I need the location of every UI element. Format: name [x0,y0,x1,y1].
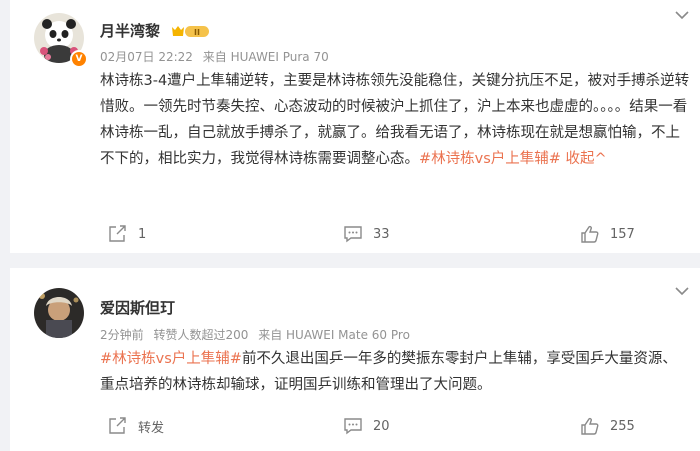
like-button[interactable]: 255 [580,411,635,441]
post-source: 来自 HUAWEI Mate 60 Pro [258,328,410,342]
vip-badge-icon: II [172,26,209,37]
post-text: #林诗栋vs户上隼辅#前不久退出国乒一年多的樊振东零封户上隼辅，享受国乒大量资源… [100,346,690,398]
post-card: V 月半湾黎 II 02月07日 22:22 来自 HUAWEI Pura 70… [10,0,700,253]
action-bar: 转发 20 255 [10,411,700,441]
repost-like-info: 转赞人数超过200 [153,328,249,342]
avatar[interactable] [34,288,84,338]
like-count: 255 [610,418,635,434]
chevron-down-icon[interactable] [674,286,690,296]
comment-count: 20 [373,418,390,434]
repost-button[interactable]: 转发 [108,411,164,441]
comment-button[interactable]: 33 [343,219,390,249]
like-button[interactable]: 157 [580,219,635,249]
action-bar: 1 33 157 [10,219,700,249]
post-meta: 02月07日 22:22 来自 HUAWEI Pura 70 [100,48,329,65]
collapse-link[interactable]: 收起^ [566,151,607,167]
post-time[interactable]: 02月07日 22:22 [100,50,193,64]
post-source: 来自 HUAWEI Pura 70 [202,50,329,64]
author-name[interactable]: 月半湾黎 [100,20,160,41]
svg-text:II: II [194,28,200,37]
repost-button[interactable]: 1 [108,219,146,249]
comment-count: 33 [373,226,390,242]
repost-count: 1 [138,226,147,242]
chevron-down-icon[interactable] [674,10,690,20]
comment-icon [344,418,362,435]
comment-icon [344,226,362,243]
post-card: 爱因斯但玎 2分钟前 转赞人数超过200 来自 HUAWEI Mate 60 P… [10,268,700,451]
post-text: 林诗栋3-4遭户上隼辅逆转，主要是林诗栋领先没能稳住，关键分抗压不足，被对手搏杀… [100,68,690,172]
like-count: 157 [610,226,635,242]
repost-icon [109,417,126,434]
repost-label: 转发 [138,420,165,436]
hashtag-link[interactable]: #林诗栋vs户上隼辅# [419,151,561,167]
post-time[interactable]: 2分钟前 [100,328,144,342]
thumbs-up-icon [581,417,599,435]
verified-badge-icon: V [70,50,88,68]
author-name[interactable]: 爱因斯但玎 [100,297,175,318]
repost-icon [109,225,126,242]
post-meta: 2分钟前 转赞人数超过200 来自 HUAWEI Mate 60 Pro [100,326,410,343]
hashtag-link[interactable]: #林诗栋vs户上隼辅# [100,351,242,367]
comment-button[interactable]: 20 [343,411,390,441]
thumbs-up-icon [581,225,599,243]
